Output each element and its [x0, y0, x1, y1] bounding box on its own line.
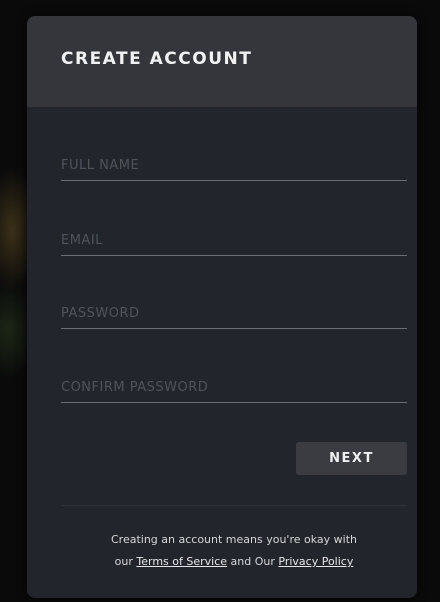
confirm-password-field [61, 373, 407, 403]
full-name-input[interactable] [61, 151, 407, 180]
terms-prefix: our [114, 555, 133, 568]
terms-middle: and Our [230, 555, 275, 568]
email-input[interactable] [61, 226, 407, 255]
email-field [61, 226, 407, 256]
password-field [61, 299, 407, 329]
next-button[interactable]: NEXT [296, 442, 407, 475]
divider [61, 505, 407, 506]
card-header: CREATE ACCOUNT [27, 16, 417, 107]
privacy-policy-link[interactable]: Privacy Policy [278, 555, 353, 568]
confirm-password-input[interactable] [61, 373, 407, 402]
terms-notice: Creating an account means you're okay wi… [61, 529, 407, 573]
terms-notice-line2: our Terms of Service and Our Privacy Pol… [61, 551, 407, 573]
create-account-card: CREATE ACCOUNT NEXT Creating an account … [27, 16, 417, 598]
terms-notice-line1: Creating an account means you're okay wi… [110, 533, 357, 546]
terms-of-service-link[interactable]: Terms of Service [136, 555, 227, 568]
password-input[interactable] [61, 299, 407, 328]
page-title: CREATE ACCOUNT [61, 48, 253, 69]
full-name-field [61, 151, 407, 181]
